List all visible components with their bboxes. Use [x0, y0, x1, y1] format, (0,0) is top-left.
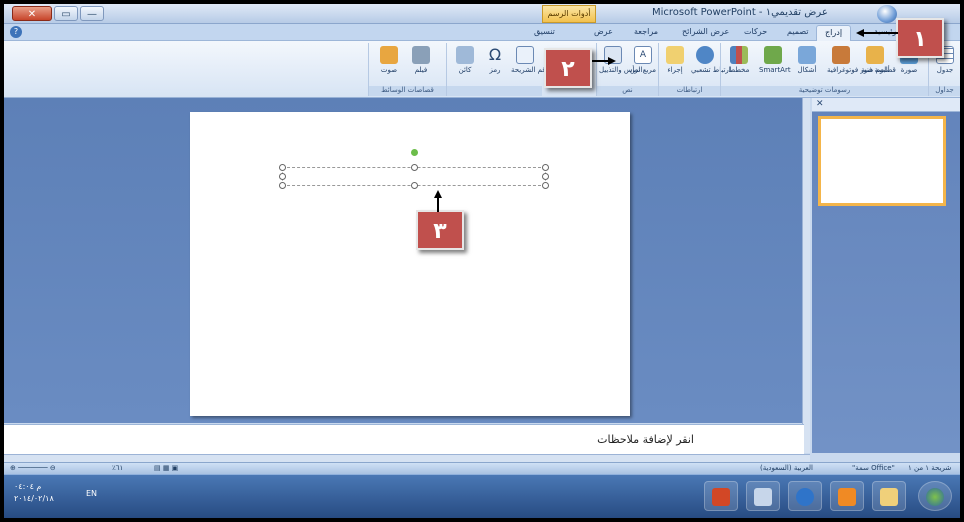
globe-icon: [696, 46, 714, 64]
arrow-step-3-icon: [434, 190, 442, 212]
clock-date: ٢٠١٤/٠٢/١٨: [14, 494, 54, 503]
taskbar-app[interactable]: [746, 481, 780, 511]
slides-pane-tabs: ✕: [812, 98, 960, 112]
group-media-clips: صوت فيلم قصاصات الوسائط: [368, 43, 446, 96]
view-buttons[interactable]: ▤ ▦ ▣: [154, 464, 178, 472]
resize-handle-right[interactable]: [279, 173, 286, 180]
vertical-scrollbar[interactable]: [802, 98, 810, 453]
omega-icon: Ω: [488, 45, 502, 64]
tab-review[interactable]: مراجعة: [634, 27, 658, 36]
clip-art-icon: [866, 46, 884, 64]
tab-animations[interactable]: حركات: [744, 27, 767, 36]
slide-number-button[interactable]: رقم الشريحة: [511, 46, 549, 84]
zoom-level[interactable]: ٪٦١: [112, 464, 123, 472]
callout-step-1: ١: [896, 18, 944, 58]
taskbar-media-player[interactable]: [830, 481, 864, 511]
group-text-extras: كائن Ω رمز رقم الشريحة: [446, 43, 549, 96]
group-links: إجراء ارتباط تشعبي ارتباطات: [658, 43, 731, 96]
smartart-button[interactable]: SmartArt: [759, 46, 791, 84]
help-icon[interactable]: ?: [10, 26, 22, 38]
shapes-button[interactable]: أشكال: [793, 46, 821, 84]
group-text-extras-label: [447, 86, 542, 96]
film-icon: [412, 46, 430, 64]
minimize-button[interactable]: —: [80, 6, 104, 21]
chart-icon: [730, 46, 748, 64]
close-button[interactable]: ✕: [12, 6, 52, 21]
notes-pane[interactable]: انقر لإضافة ملاحظات: [4, 424, 804, 454]
hyperlink-button[interactable]: ارتباط تشعبي: [691, 46, 731, 84]
clock[interactable]: م ٠٤:٠٤ ٢٠١٤/٠٢/١٨: [14, 481, 54, 505]
photo-album-icon: [832, 46, 850, 64]
symbol-button[interactable]: Ω رمز: [481, 46, 509, 84]
slide-number-icon: [516, 46, 534, 64]
smartart-icon: [764, 46, 782, 64]
arrow-step-2-icon: [592, 57, 616, 65]
shapes-icon: [798, 46, 816, 64]
drawing-tools-contextual-tab: أدوات الرسم: [542, 5, 596, 23]
resize-handle-left[interactable]: [542, 173, 549, 180]
callout-step-2: ٢: [544, 48, 592, 88]
slides-pane: ✕: [812, 98, 960, 453]
taskbar-explorer[interactable]: [872, 481, 906, 511]
slide-thumbnail[interactable]: [818, 116, 946, 206]
resize-handle-bottom-left[interactable]: [542, 182, 549, 189]
group-text: الرأس والتذييل A مربع نص نص: [596, 43, 658, 96]
sound-button[interactable]: صوت: [375, 46, 403, 84]
input-language[interactable]: EN: [86, 489, 97, 498]
speaker-icon: [380, 46, 398, 64]
window-title: Microsoft PowerPoint - عرض تقديمي١: [652, 7, 828, 18]
tab-insert[interactable]: إدراج: [816, 25, 852, 41]
resize-handle-top-right[interactable]: [279, 164, 286, 171]
photo-album-button[interactable]: ألبوم صور فوتوغرافية: [827, 46, 890, 84]
taskbar-powerpoint[interactable]: [704, 481, 738, 511]
text-box-icon: A: [634, 46, 652, 64]
taskbar-ie[interactable]: [788, 481, 822, 511]
taskbar: م ٠٤:٠٤ ٢٠١٤/٠٢/١٨ EN: [4, 474, 960, 518]
resize-handle-top-left[interactable]: [542, 164, 549, 171]
tab-slideshow[interactable]: عرض الشرائح: [682, 27, 729, 36]
status-bar: ⊕ ─────── ⊖ ٪٦١ ▤ ▦ ▣ العربية (السعودية)…: [4, 462, 960, 474]
slide-count: شريحة ١ من ١: [908, 464, 952, 472]
ribbon: صوت فيلم قصاصات الوسائط كائن Ω رمز رقم ا…: [4, 41, 960, 98]
zoom-slider[interactable]: ⊕ ─────── ⊖: [10, 464, 56, 472]
start-button[interactable]: [918, 481, 952, 511]
notes-placeholder: انقر لإضافة ملاحظات: [597, 433, 694, 446]
language-status: العربية (السعودية): [760, 464, 813, 472]
media-player-icon: [838, 488, 856, 506]
close-pane-icon[interactable]: ✕: [816, 99, 824, 109]
text-box-button[interactable]: A مربع نص: [629, 46, 657, 84]
resize-handle-bottom[interactable]: [411, 182, 418, 189]
clock-time: م ٠٤:٠٤: [14, 482, 42, 491]
movie-button[interactable]: فيلم: [407, 46, 435, 84]
chart-button[interactable]: مخطط: [725, 46, 753, 84]
rotation-handle[interactable]: [411, 149, 418, 156]
tab-format[interactable]: تنسيق: [534, 27, 555, 36]
powerpoint-window: ✕ ▭ — أدوات الرسم Microsoft PowerPoint -…: [4, 4, 960, 518]
action-button[interactable]: إجراء: [661, 46, 689, 84]
internet-explorer-icon: [796, 488, 814, 506]
selected-text-placeholder[interactable]: [279, 164, 549, 189]
resize-handle-top[interactable]: [411, 164, 418, 171]
windows-logo-icon: [926, 488, 944, 506]
app-icon: [754, 488, 772, 506]
maximize-button[interactable]: ▭: [54, 6, 78, 21]
object-icon: [456, 46, 474, 64]
tab-view[interactable]: عرض: [594, 27, 613, 36]
folder-icon: [880, 488, 898, 506]
arrow-step-1-icon: [856, 29, 898, 37]
horizontal-scrollbar[interactable]: [4, 454, 810, 462]
slide-canvas[interactable]: [190, 112, 630, 416]
clip-art-button[interactable]: قصاصة فنية: [861, 46, 896, 84]
theme-name: "سمة Office": [852, 464, 895, 472]
resize-handle-bottom-right[interactable]: [279, 182, 286, 189]
ribbon-tabs: ? تنسيق عرض مراجعة عرض الشرائح حركات تصم…: [4, 24, 960, 41]
title-bar: ✕ ▭ — أدوات الرسم Microsoft PowerPoint -…: [4, 4, 960, 24]
office-button[interactable]: [877, 5, 897, 23]
powerpoint-icon: [712, 488, 730, 506]
action-icon: [666, 46, 684, 64]
callout-step-3: ٣: [416, 210, 464, 250]
tab-design[interactable]: تصميم: [787, 27, 809, 36]
object-button[interactable]: كائن: [451, 46, 479, 84]
